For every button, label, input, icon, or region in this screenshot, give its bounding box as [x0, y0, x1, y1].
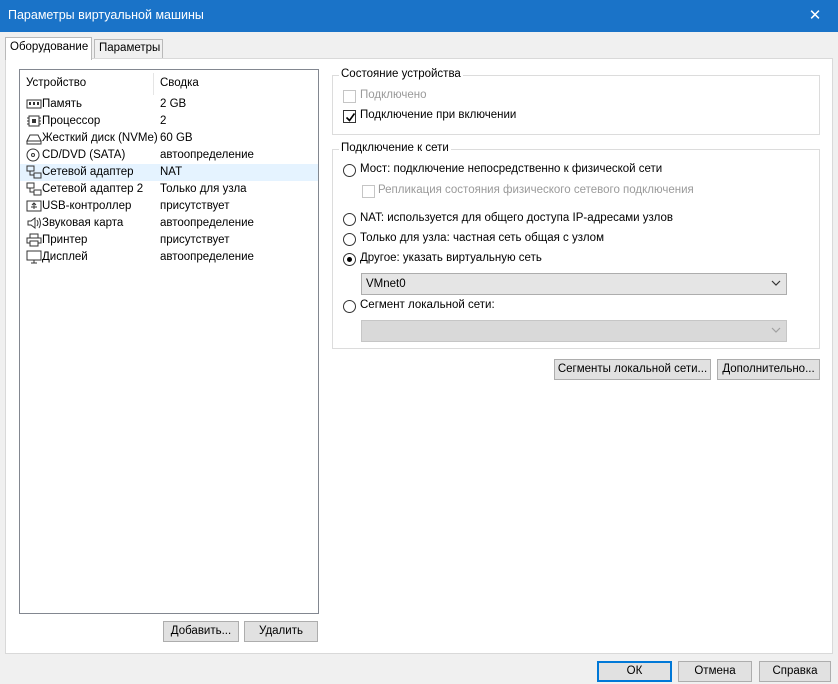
- device-name: Процессор: [42, 115, 101, 127]
- lan-segment-select[interactable]: [361, 320, 787, 342]
- connect-at-power-on-checkbox[interactable]: [343, 110, 356, 123]
- device-row-hard-disk[interactable]: Жесткий диск (NVMe) 60 GB: [20, 130, 318, 147]
- device-name: Дисплей: [42, 251, 88, 263]
- device-summary: 2: [160, 115, 167, 127]
- device-status-group: Состояние устройства Подключено Подключе…: [332, 68, 820, 135]
- connect-at-power-on-label: Подключение при включении: [360, 109, 517, 121]
- device-status-legend: Состояние устройства: [339, 68, 463, 80]
- column-summary[interactable]: Сводка: [160, 77, 199, 89]
- device-list[interactable]: Устройство Сводка Память 2 GB Процессор …: [19, 69, 319, 614]
- printer-icon: [26, 233, 42, 247]
- host-only-radio[interactable]: [343, 233, 356, 246]
- nat-radio[interactable]: [343, 213, 356, 226]
- bridged-radio[interactable]: [343, 164, 356, 177]
- cd-dvd-icon: [26, 148, 42, 162]
- tab-options[interactable]: Параметры: [94, 39, 163, 59]
- custom-network-label: Другое: указать виртуальную сеть: [360, 252, 542, 264]
- custom-network-radio[interactable]: [343, 253, 356, 266]
- device-row-sound[interactable]: Звуковая карта автоопределение: [20, 215, 318, 232]
- hardware-panel: Устройство Сводка Память 2 GB Процессор …: [5, 58, 833, 654]
- device-name: Жесткий диск (NVMe): [42, 132, 158, 144]
- title-bar: Параметры виртуальной машины ✕: [0, 0, 838, 32]
- device-row-usb[interactable]: USB-контроллер присутствует: [20, 198, 318, 215]
- device-name: Сетевой адаптер: [42, 166, 134, 178]
- display-icon: [26, 250, 42, 264]
- help-button[interactable]: Справка: [759, 661, 831, 682]
- sound-icon: [26, 216, 42, 230]
- device-row-network-adapter-2[interactable]: Сетевой адаптер 2 Только для узла: [20, 181, 318, 198]
- device-name: Сетевой адаптер 2: [42, 183, 144, 195]
- remove-device-button[interactable]: Удалить: [244, 621, 318, 642]
- device-row-network-adapter[interactable]: Сетевой адаптер NAT: [20, 164, 318, 181]
- lan-segment-radio[interactable]: [343, 300, 356, 313]
- device-name: Память: [42, 98, 83, 110]
- device-row-cd-dvd[interactable]: CD/DVD (SATA) автоопределение: [20, 147, 318, 164]
- device-name: Принтер: [42, 234, 88, 246]
- cancel-button[interactable]: Отмена: [678, 661, 752, 682]
- device-summary: автоопределение: [160, 149, 254, 161]
- device-summary: автоопределение: [160, 251, 254, 263]
- virtual-network-value: VMnet0: [366, 278, 406, 290]
- cpu-icon: [26, 114, 42, 128]
- device-summary: 60 GB: [160, 132, 193, 144]
- device-summary: присутствует: [160, 200, 230, 212]
- network-adapter-icon: [26, 182, 42, 196]
- replicate-state-checkbox[interactable]: [362, 185, 375, 198]
- device-summary: присутствует: [160, 234, 230, 246]
- usb-icon: [26, 199, 42, 213]
- chevron-down-icon: [771, 327, 781, 333]
- device-name: USB-контроллер: [42, 200, 132, 212]
- lan-segment-label: Сегмент локальной сети:: [360, 299, 495, 311]
- device-row-display[interactable]: Дисплей автоопределение: [20, 249, 318, 266]
- host-only-label: Только для узла: частная сеть общая с уз…: [360, 232, 604, 244]
- replicate-state-label: Репликация состояния физического сетевог…: [378, 184, 694, 196]
- device-list-header: Устройство Сводка: [20, 73, 318, 95]
- ok-button[interactable]: ОК: [597, 661, 672, 682]
- column-device[interactable]: Устройство: [26, 77, 86, 89]
- network-connection-legend: Подключение к сети: [339, 142, 451, 154]
- device-summary: 2 GB: [160, 98, 187, 110]
- memory-icon: [26, 97, 42, 111]
- hard-disk-icon: [26, 131, 42, 145]
- chevron-down-icon: [771, 280, 781, 286]
- bridged-label: Мост: подключение непосредственно к физи…: [360, 163, 663, 175]
- device-summary: Только для узла: [160, 183, 247, 195]
- advanced-button[interactable]: Дополнительно...: [717, 359, 820, 380]
- virtual-network-select[interactable]: VMnet0: [361, 273, 787, 295]
- device-summary: NAT: [160, 166, 183, 178]
- network-connection-group: Подключение к сети Мост: подключение неп…: [332, 142, 820, 349]
- device-summary: автоопределение: [160, 217, 254, 229]
- window-title: Параметры виртуальной машины: [8, 8, 204, 22]
- tab-hardware[interactable]: Оборудование: [5, 37, 92, 60]
- network-adapter-icon: [26, 165, 42, 179]
- connected-label: Подключено: [360, 89, 427, 101]
- nat-label: NAT: используется для общего доступа IP-…: [360, 212, 674, 224]
- device-row-memory[interactable]: Память 2 GB: [20, 96, 318, 113]
- add-device-button[interactable]: Добавить...: [163, 621, 239, 642]
- device-row-processor[interactable]: Процессор 2: [20, 113, 318, 130]
- connected-checkbox[interactable]: [343, 90, 356, 103]
- device-row-printer[interactable]: Принтер присутствует: [20, 232, 318, 249]
- device-name: CD/DVD (SATA): [42, 149, 126, 161]
- close-icon[interactable]: ✕: [792, 0, 838, 32]
- device-name: Звуковая карта: [42, 217, 124, 229]
- lan-segments-button[interactable]: Сегменты локальной сети...: [554, 359, 711, 380]
